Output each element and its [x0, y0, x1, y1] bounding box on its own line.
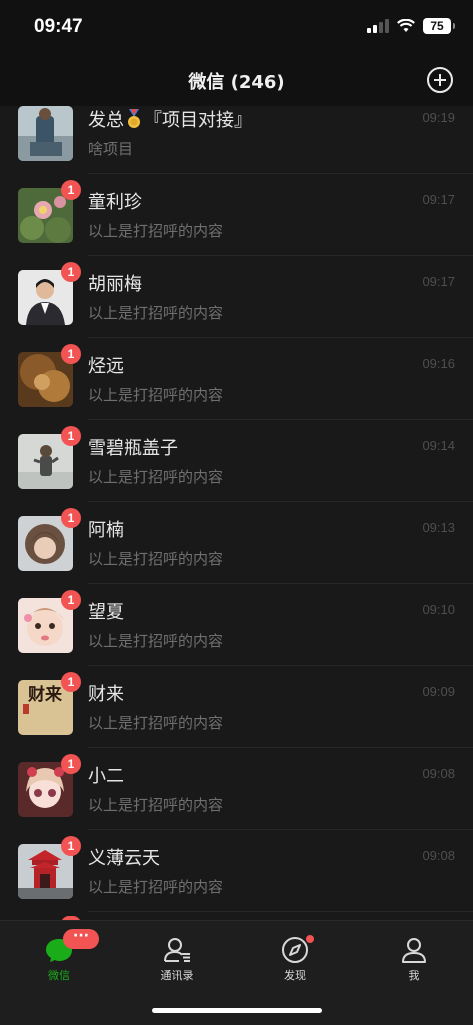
unread-badge: 1: [61, 754, 81, 774]
unread-badge: 1: [61, 262, 81, 282]
add-button[interactable]: [427, 67, 453, 93]
chat-list: 发总 『项目对接』 啥项目 09:19 1 童利珍 以上是打招呼的内容 09:17…: [0, 106, 473, 920]
chat-time: 09:17: [422, 192, 455, 207]
medal-icon: [128, 109, 140, 128]
chat-row[interactable]: 1 小二 以上是打招呼的内容 09:08: [0, 748, 473, 830]
avatar-calligraphy: 财来: [28, 685, 62, 705]
seal-stamp: [23, 704, 29, 714]
chat-row[interactable]: 1 雪碧瓶盖子 以上是打招呼的内容 09:14: [0, 420, 473, 502]
chat-name: 望夏: [88, 602, 124, 623]
chat-message: 以上是打招呼的内容: [88, 386, 224, 404]
contacts-icon: [164, 938, 190, 962]
notification-dot: [306, 935, 314, 943]
unread-badge: 1: [61, 344, 81, 364]
navigation-bar: 微信 (246): [0, 56, 473, 106]
unread-badge: 1: [61, 590, 81, 610]
chat-row[interactable]: 1 义薄云天 以上是打招呼的内容 09:08: [0, 830, 473, 912]
chat-time: 09:14: [422, 438, 455, 453]
status-indicators: 75: [367, 18, 455, 34]
tab-badge: ···: [63, 929, 99, 949]
unread-badge: 1: [61, 672, 81, 692]
chat-message: 以上是打招呼的内容: [88, 304, 224, 322]
person-icon: [402, 938, 426, 963]
tab-label: 我: [408, 969, 420, 982]
status-bar: 09:47 75: [0, 0, 473, 56]
chat-time: 09:10: [422, 602, 455, 617]
home-indicator[interactable]: [152, 1008, 322, 1013]
status-time: 09:47: [34, 16, 83, 37]
chat-time: 09:19: [422, 110, 455, 125]
tab-chats[interactable]: ··· 微信: [0, 929, 118, 989]
chat-message: 以上是打招呼的内容: [88, 878, 224, 896]
chat-message: 以上是打招呼的内容: [88, 550, 224, 568]
chat-message: 以上是打招呼的内容: [88, 468, 224, 486]
chat-message: 啥项目: [88, 140, 134, 158]
chat-name: 胡丽梅: [88, 274, 142, 295]
chat-name: 财来: [88, 684, 124, 705]
chat-name: 阿楠: [88, 520, 124, 541]
chat-row[interactable]: 1 阿楠 以上是打招呼的内容 09:13: [0, 502, 473, 584]
battery-icon: 75: [423, 18, 455, 34]
chat-time: 09:16: [422, 356, 455, 371]
chat-row[interactable]: 1 望夏 以上是打招呼的内容 09:10: [0, 584, 473, 666]
wifi-icon: [397, 19, 415, 32]
chat-time: 09:13: [422, 520, 455, 535]
signal-icon: [367, 19, 389, 33]
chat-time: 09:08: [422, 848, 455, 863]
chat-name: 小二: [88, 766, 124, 787]
chat-row[interactable]: 1 童利珍 以上是打招呼的内容 09:17: [0, 174, 473, 256]
tab-label: 微信: [48, 969, 70, 982]
chat-name: 义薄云天: [88, 848, 160, 869]
chat-name: 雪碧瓶盖子: [88, 438, 178, 459]
chat-time: 09:09: [422, 684, 455, 699]
unread-badge: 1: [61, 508, 81, 528]
chat-name: 烃远: [88, 356, 124, 377]
chat-row[interactable]: 1 烃远 以上是打招呼的内容 09:16: [0, 338, 473, 420]
unread-badge: 1: [61, 426, 81, 446]
chat-name: 童利珍: [88, 192, 142, 213]
unread-badge: 1: [61, 180, 81, 200]
chat-row[interactable]: 财来 1 财来 以上是打招呼的内容 09:09: [0, 666, 473, 748]
chat-row[interactable]: 发总 『项目对接』 啥项目 09:19: [0, 106, 473, 174]
tab-me[interactable]: 我: [355, 929, 473, 989]
tab-contacts[interactable]: 通讯录: [118, 929, 236, 989]
tab-label: 发现: [284, 969, 306, 982]
divider: [88, 911, 473, 912]
page-title: 微信 (246): [188, 72, 285, 93]
unread-badge: 1: [61, 836, 81, 856]
chat-time: 09:08: [422, 766, 455, 781]
chat-message: 以上是打招呼的内容: [88, 796, 224, 814]
chat-message: 以上是打招呼的内容: [88, 632, 224, 650]
tab-label: 通讯录: [160, 969, 194, 982]
chat-message: 以上是打招呼的内容: [88, 222, 224, 240]
chat-message: 以上是打招呼的内容: [88, 714, 224, 732]
tab-discover[interactable]: 发现: [236, 929, 354, 989]
chat-time: 09:17: [422, 274, 455, 289]
chat-name: 发总 『项目对接』: [88, 109, 252, 131]
chat-row[interactable]: 1 胡丽梅 以上是打招呼的内容 09:17: [0, 256, 473, 338]
avatar: [18, 106, 73, 161]
